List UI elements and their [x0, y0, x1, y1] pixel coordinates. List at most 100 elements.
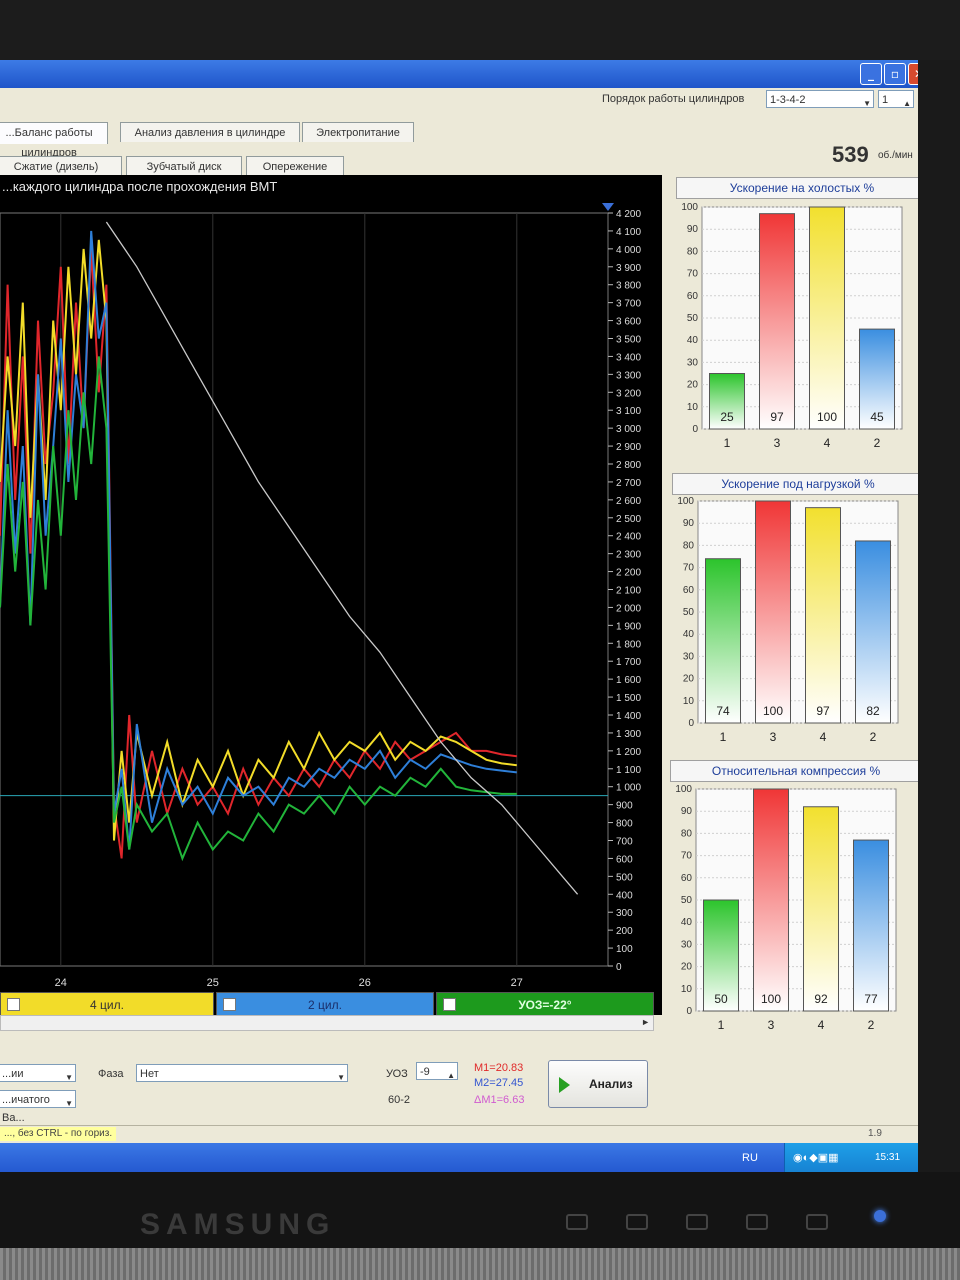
bar-y-tick-label: 40 [681, 917, 693, 928]
legend-label-cyl4: 4 цил. [90, 998, 124, 1012]
bar-3 [753, 788, 789, 1012]
y-tick-label: 700 [616, 837, 633, 848]
bar-4 [805, 507, 841, 724]
y-tick-label: 500 [616, 872, 633, 883]
mode-select[interactable]: ...ии ▼ [0, 1064, 76, 1082]
x-tick-label: 26 [359, 977, 371, 989]
y-tick-label: 3 400 [616, 352, 641, 363]
monitor-button[interactable] [566, 1214, 588, 1230]
minimize-button[interactable]: _ [860, 63, 882, 85]
analyze-button[interactable]: Анализ [548, 1060, 648, 1108]
bar-category-label: 3 [768, 1018, 775, 1032]
firing-order-select[interactable]: 1-3-4-2 ▼ [766, 90, 874, 108]
bar-y-tick-label: 70 [687, 269, 699, 280]
y-tick-label: 1 500 [616, 693, 641, 704]
tab-sub-1[interactable]: Зубчатый диск [126, 156, 242, 176]
language-indicator[interactable]: RU [742, 1152, 758, 1164]
rpm-value: 539 [832, 142, 869, 167]
bar-y-tick-label: 100 [681, 203, 698, 213]
checkbox-icon[interactable] [7, 998, 20, 1011]
monitor-button[interactable] [626, 1214, 648, 1230]
y-tick-label: 3 700 [616, 299, 641, 310]
bar-y-tick-label: 90 [681, 806, 693, 817]
marker-triangle-icon [602, 203, 614, 211]
bar-chart-title-compression: Относительная компрессия % [670, 760, 918, 782]
y-tick-label: 400 [616, 890, 633, 901]
y-tick-label: 3 600 [616, 317, 641, 328]
bar-value-label: 74 [716, 704, 730, 718]
firing-order-value: 1-3-4-2 [770, 94, 806, 106]
play-icon [559, 1077, 570, 1093]
cylinder-stepper[interactable]: 1 ▲ [878, 90, 914, 108]
chevron-down-icon: ▼ [65, 1073, 73, 1082]
maximize-button[interactable]: ▫ [884, 63, 906, 85]
y-tick-label: 3 500 [616, 335, 641, 346]
bar-y-tick-label: 30 [687, 357, 699, 368]
y-tick-label: 2 200 [616, 568, 641, 579]
tab-main-1[interactable]: Анализ давления в цилиндре [120, 122, 300, 142]
y-tick-label: 4 000 [616, 245, 641, 256]
bar-value-label: 82 [866, 704, 880, 718]
y-tick-label: 3 300 [616, 370, 641, 381]
uoz-label: УОЗ [386, 1068, 408, 1080]
bar-y-tick-label: 10 [681, 984, 693, 995]
y-tick-label: 300 [616, 908, 633, 919]
y-tick-label: 4 200 [616, 209, 641, 220]
bar-y-tick-label: 10 [683, 696, 695, 707]
monitor-button[interactable] [686, 1214, 708, 1230]
bar-category-label: 3 [770, 730, 777, 744]
clock[interactable]: 15:31 [875, 1152, 900, 1163]
bar-y-tick-label: 100 [677, 497, 694, 507]
tab-main-2[interactable]: Электропитание [302, 122, 414, 142]
bar-category-label: 4 [818, 1018, 825, 1032]
y-tick-label: 2 300 [616, 550, 641, 561]
close-button[interactable]: ✕ [908, 63, 918, 85]
marker-delta: ΔM1=6.63 [474, 1094, 525, 1106]
main-chart[interactable]: 24 25 26 27 4 200 4 100 4 000 3 900 3 800 3 700 3 … [0, 175, 662, 993]
bar-chart-load: 0 10 20 30 40 50 60 70 80 90 100 74 1 100 3 97 4 82 2 [677, 497, 899, 744]
x-tick-label: 27 [511, 977, 523, 989]
bar-4 [803, 806, 839, 1012]
y-tick-label: 2 500 [616, 514, 641, 525]
checkbox-icon[interactable] [443, 998, 456, 1011]
y-tick-label: 3 900 [616, 263, 641, 274]
x-tick-label: 25 [207, 977, 219, 989]
bar-y-tick-label: 60 [687, 291, 699, 302]
bar-1 [705, 558, 741, 724]
tray-icons[interactable]: ◉◐◆▣▦ [793, 1151, 839, 1164]
y-tick-label: 3 800 [616, 281, 641, 292]
bar-y-tick-label: 10 [687, 402, 699, 413]
power-button[interactable] [874, 1210, 886, 1222]
bar-y-tick-label: 20 [683, 674, 695, 685]
horizontal-scrollbar[interactable]: ► [0, 1015, 654, 1031]
bar-y-tick-label: 70 [683, 563, 695, 574]
monitor-button[interactable] [746, 1214, 768, 1230]
tab-sub-0[interactable]: Сжатие (дизель) [0, 156, 122, 176]
tab-sub-2[interactable]: Опережение [246, 156, 344, 176]
checkbox-icon[interactable] [223, 998, 236, 1011]
bar-y-tick-label: 60 [681, 873, 693, 884]
monitor-button[interactable] [806, 1214, 828, 1230]
phase-select[interactable]: Нет ▼ [136, 1064, 348, 1082]
tab-main-0[interactable]: ...Баланс работы цилиндров [0, 122, 108, 159]
bar-value-label: 25 [720, 410, 734, 424]
y-tick-label: 2 700 [616, 478, 641, 489]
marker-m1: M1=20.83 [474, 1062, 524, 1074]
bar-y-tick-label: 30 [681, 939, 693, 950]
system-tray: ◉◐◆▣▦ 15:31 [784, 1143, 918, 1172]
legend-label-cyl2: 2 цил. [308, 998, 342, 1012]
uoz-stepper[interactable]: -9 ▲ [416, 1062, 458, 1080]
y-tick-label: 3 100 [616, 406, 641, 417]
y-tick-label: 100 [616, 944, 633, 955]
bar-value-label: 77 [864, 992, 878, 1006]
chevron-right-icon[interactable]: ► [641, 1017, 650, 1027]
bar-value-label: 100 [763, 704, 783, 718]
bar-y-tick-label: 20 [687, 380, 699, 391]
rpm-unit: об./мин [878, 150, 913, 161]
chevron-down-icon: ▼ [65, 1099, 73, 1108]
bar-y-tick-label: 60 [683, 585, 695, 596]
spin-arrows-icon: ▲ [447, 1071, 455, 1080]
bar-2 [855, 540, 891, 724]
y-tick-label: 900 [616, 801, 633, 812]
wheel-select[interactable]: ...ичатого Ва... ▼ [0, 1090, 76, 1124]
